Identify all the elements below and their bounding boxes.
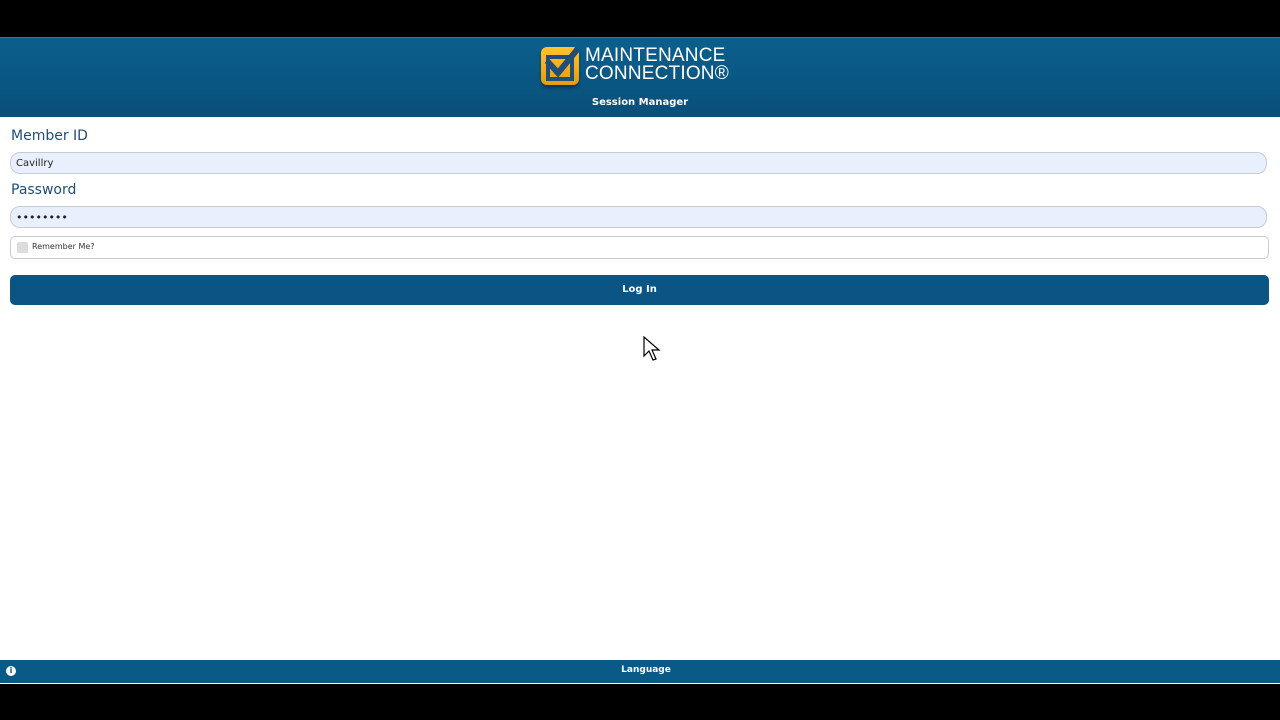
- password-label: Password: [11, 182, 77, 198]
- password-input[interactable]: ••••••••: [10, 206, 1267, 228]
- logo-text: MAINTENANCE CONNECTION®: [585, 46, 729, 84]
- session-manager-title: Session Manager: [591, 97, 689, 108]
- mouse-cursor-icon: [643, 336, 661, 361]
- remember-me-label: Remember Me?: [32, 242, 95, 251]
- footer: i Language: [0, 660, 1280, 683]
- member-id-label: Member ID: [11, 128, 88, 144]
- checkmark-logo-icon: [541, 47, 579, 85]
- login-page: MAINTENANCE CONNECTION® Session Manager …: [0, 37, 1280, 684]
- login-button[interactable]: Log In: [10, 275, 1269, 305]
- header: MAINTENANCE CONNECTION® Session Manager: [0, 37, 1280, 117]
- remember-me-checkbox[interactable]: [17, 242, 28, 253]
- logo-line2: CONNECTION®: [585, 63, 729, 84]
- logo: MAINTENANCE CONNECTION®: [541, 46, 741, 97]
- language-link[interactable]: Language: [0, 665, 1280, 675]
- remember-me-row[interactable]: Remember Me?: [10, 236, 1269, 259]
- member-id-input[interactable]: Cavillry: [10, 152, 1267, 174]
